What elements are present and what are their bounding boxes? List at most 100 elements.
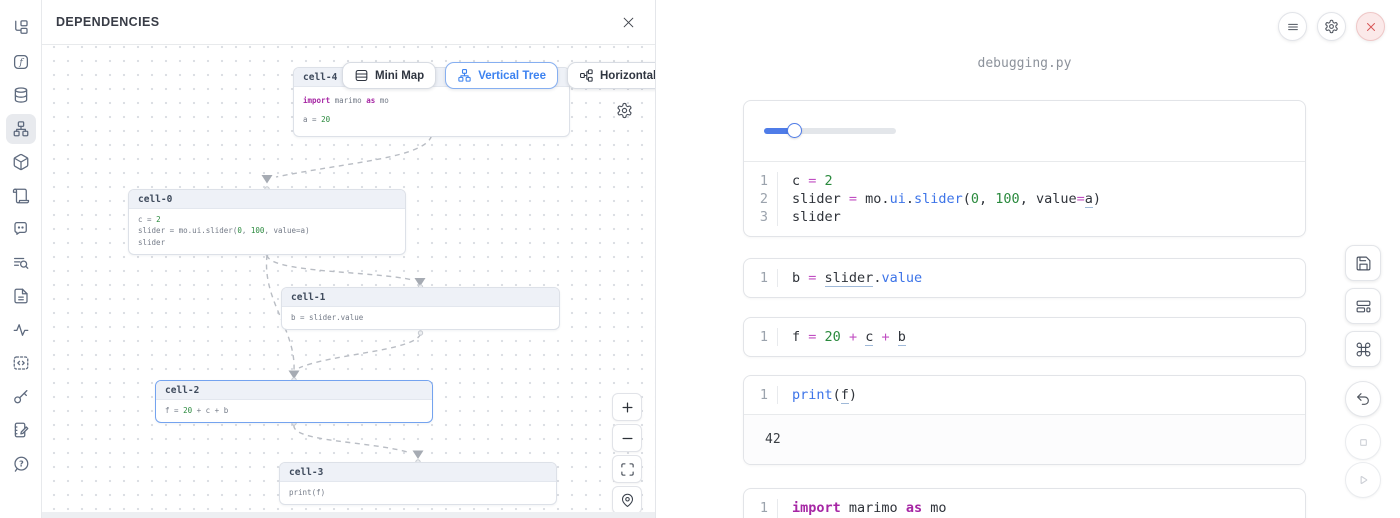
help-icon[interactable]: ? bbox=[6, 449, 36, 479]
b-cell[interactable]: 1 b = slider.value bbox=[743, 258, 1306, 298]
function-icon[interactable]: f bbox=[6, 47, 36, 77]
graph-node-cell-2[interactable]: cell-2f = 20 + c + b bbox=[155, 380, 433, 423]
fullscreen-icon bbox=[620, 462, 635, 477]
database-icon[interactable] bbox=[6, 80, 36, 110]
file-tree-icon[interactable] bbox=[6, 13, 36, 43]
line-numbers: 12 bbox=[744, 499, 778, 518]
code-editor[interactable]: 1 print(f) bbox=[744, 376, 1305, 414]
command-icon bbox=[1355, 341, 1372, 358]
graph-node-title: cell-3 bbox=[280, 463, 556, 482]
graph-horizontal-scrollbar[interactable] bbox=[42, 512, 655, 518]
graph-zoom-controls bbox=[612, 393, 642, 514]
vertical-tree-button[interactable]: Vertical Tree bbox=[445, 62, 558, 89]
slider-cell[interactable]: 123c = 2slider = mo.ui.slider(0, 100, va… bbox=[743, 100, 1306, 237]
snippets-icon[interactable] bbox=[6, 348, 36, 378]
save-button[interactable] bbox=[1345, 245, 1381, 281]
notebook-filename: debugging.py bbox=[743, 56, 1306, 71]
cell-output: 42 bbox=[744, 414, 1305, 464]
undo-icon bbox=[1355, 391, 1371, 407]
code-line[interactable]: import marimo as mo bbox=[792, 499, 1305, 517]
f-cell[interactable]: 1 f = 20 + c + b bbox=[743, 317, 1306, 357]
zoom-in-button[interactable] bbox=[612, 393, 642, 421]
code-line[interactable]: c = 2 bbox=[792, 172, 1305, 190]
graph-node-cell-0[interactable]: cell-0c = 2slider = mo.ui.slider(0, 100,… bbox=[128, 189, 406, 255]
code-lines[interactable]: print(f) bbox=[778, 386, 1305, 404]
svg-text:?: ? bbox=[18, 458, 23, 468]
code-line[interactable]: f = 20 + c + b bbox=[792, 328, 1305, 346]
line-numbers: 1 bbox=[744, 386, 778, 404]
graph-node-cell-1[interactable]: cell-1b = slider.value bbox=[281, 287, 560, 330]
zoom-out-button[interactable] bbox=[612, 424, 642, 452]
code-line[interactable]: slider = mo.ui.slider(0, 100, value=a) bbox=[792, 190, 1305, 208]
mini-map-icon bbox=[354, 68, 369, 83]
graph-node-title: cell-0 bbox=[129, 190, 405, 209]
code-line[interactable]: slider bbox=[792, 208, 1305, 226]
hamburger-icon bbox=[1286, 20, 1300, 34]
package-icon[interactable] bbox=[6, 147, 36, 177]
code-lines[interactable]: f = 20 + c + b bbox=[778, 328, 1305, 346]
code-editor[interactable]: 123c = 2slider = mo.ui.slider(0, 100, va… bbox=[744, 162, 1305, 236]
right-action-rail bbox=[1345, 245, 1381, 498]
activity-icon[interactable] bbox=[6, 315, 36, 345]
trace-search-icon[interactable] bbox=[6, 248, 36, 278]
horizontal-tree-button[interactable]: Horizontal Tree bbox=[567, 62, 655, 89]
svg-text:f: f bbox=[18, 57, 24, 68]
graph-view-toolbar: Mini Map Vertical Tree Horizontal Tree bbox=[342, 62, 655, 89]
minus-icon bbox=[620, 431, 635, 446]
line-numbers: 123 bbox=[744, 172, 778, 226]
graph-node-code: import marimo as moa = 20 bbox=[294, 87, 569, 136]
graph-settings-button[interactable] bbox=[616, 102, 633, 124]
dependency-graph-canvas[interactable]: cell-4import marimo as moa = 20cell-0c =… bbox=[42, 45, 655, 518]
fit-view-button[interactable] bbox=[612, 455, 642, 483]
command-palette-button[interactable] bbox=[1345, 331, 1381, 367]
graph-node-code: b = slider.value bbox=[282, 307, 559, 329]
undo-button[interactable] bbox=[1345, 381, 1381, 417]
print-cell[interactable]: 1 print(f) 42 bbox=[743, 375, 1306, 465]
dependency-graph-icon[interactable] bbox=[6, 114, 36, 144]
graph-node-code: print(f) bbox=[280, 482, 556, 504]
run-button[interactable] bbox=[1345, 462, 1381, 498]
top-right-actions bbox=[1278, 12, 1385, 41]
slider-output bbox=[744, 101, 1305, 162]
stop-icon bbox=[1356, 435, 1371, 450]
mini-map-label: Mini Map bbox=[375, 70, 424, 82]
menu-button[interactable] bbox=[1278, 12, 1307, 41]
logs-scroll-icon[interactable] bbox=[6, 181, 36, 211]
save-icon bbox=[1355, 255, 1372, 272]
code-lines[interactable]: import marimo as mo bbox=[778, 499, 1305, 518]
graph-node-title: cell-1 bbox=[282, 288, 559, 307]
dependencies-panel: DEPENDENCIES bbox=[42, 0, 656, 518]
slider-widget[interactable] bbox=[764, 128, 896, 134]
code-line[interactable]: b = slider.value bbox=[792, 269, 1305, 287]
layout-toggle-button[interactable] bbox=[1345, 288, 1381, 324]
shutdown-button[interactable] bbox=[1356, 12, 1385, 41]
code-line[interactable]: print(f) bbox=[792, 386, 1305, 404]
left-icon-rail: f bbox=[0, 0, 42, 518]
code-editor[interactable]: 1 f = 20 + c + b bbox=[744, 318, 1305, 356]
documentation-icon[interactable] bbox=[6, 281, 36, 311]
import-cell[interactable]: 12 import marimo as mo bbox=[743, 488, 1306, 518]
code-editor[interactable]: 12 import marimo as mo bbox=[744, 489, 1305, 518]
graph-node-cell-3[interactable]: cell-3print(f) bbox=[279, 462, 557, 505]
slider-handle[interactable] bbox=[787, 123, 802, 138]
secrets-key-icon[interactable] bbox=[6, 382, 36, 412]
marimo-app: f bbox=[0, 0, 1400, 518]
ai-chat-icon[interactable] bbox=[6, 214, 36, 244]
mini-map-button[interactable]: Mini Map bbox=[342, 62, 436, 89]
notebook-area: debugging.py 123c = 2slider = mo.ui.slid… bbox=[656, 0, 1400, 518]
gear-icon bbox=[616, 102, 633, 119]
line-numbers: 1 bbox=[744, 328, 778, 346]
locate-node-button[interactable] bbox=[612, 486, 642, 514]
line-numbers: 1 bbox=[744, 269, 778, 287]
code-lines[interactable]: c = 2slider = mo.ui.slider(0, 100, value… bbox=[778, 172, 1305, 226]
close-panel-button[interactable] bbox=[617, 11, 639, 33]
graph-node-code: c = 2slider = mo.ui.slider(0, 100, value… bbox=[129, 209, 405, 254]
code-editor[interactable]: 1 b = slider.value bbox=[744, 259, 1305, 297]
map-pin-icon bbox=[620, 493, 635, 508]
graph-node-title: cell-2 bbox=[156, 381, 432, 400]
dependencies-header: DEPENDENCIES bbox=[42, 0, 655, 45]
stop-button[interactable] bbox=[1345, 424, 1381, 460]
settings-button[interactable] bbox=[1317, 12, 1346, 41]
code-lines[interactable]: b = slider.value bbox=[778, 269, 1305, 287]
scratchpad-icon[interactable] bbox=[6, 415, 36, 445]
